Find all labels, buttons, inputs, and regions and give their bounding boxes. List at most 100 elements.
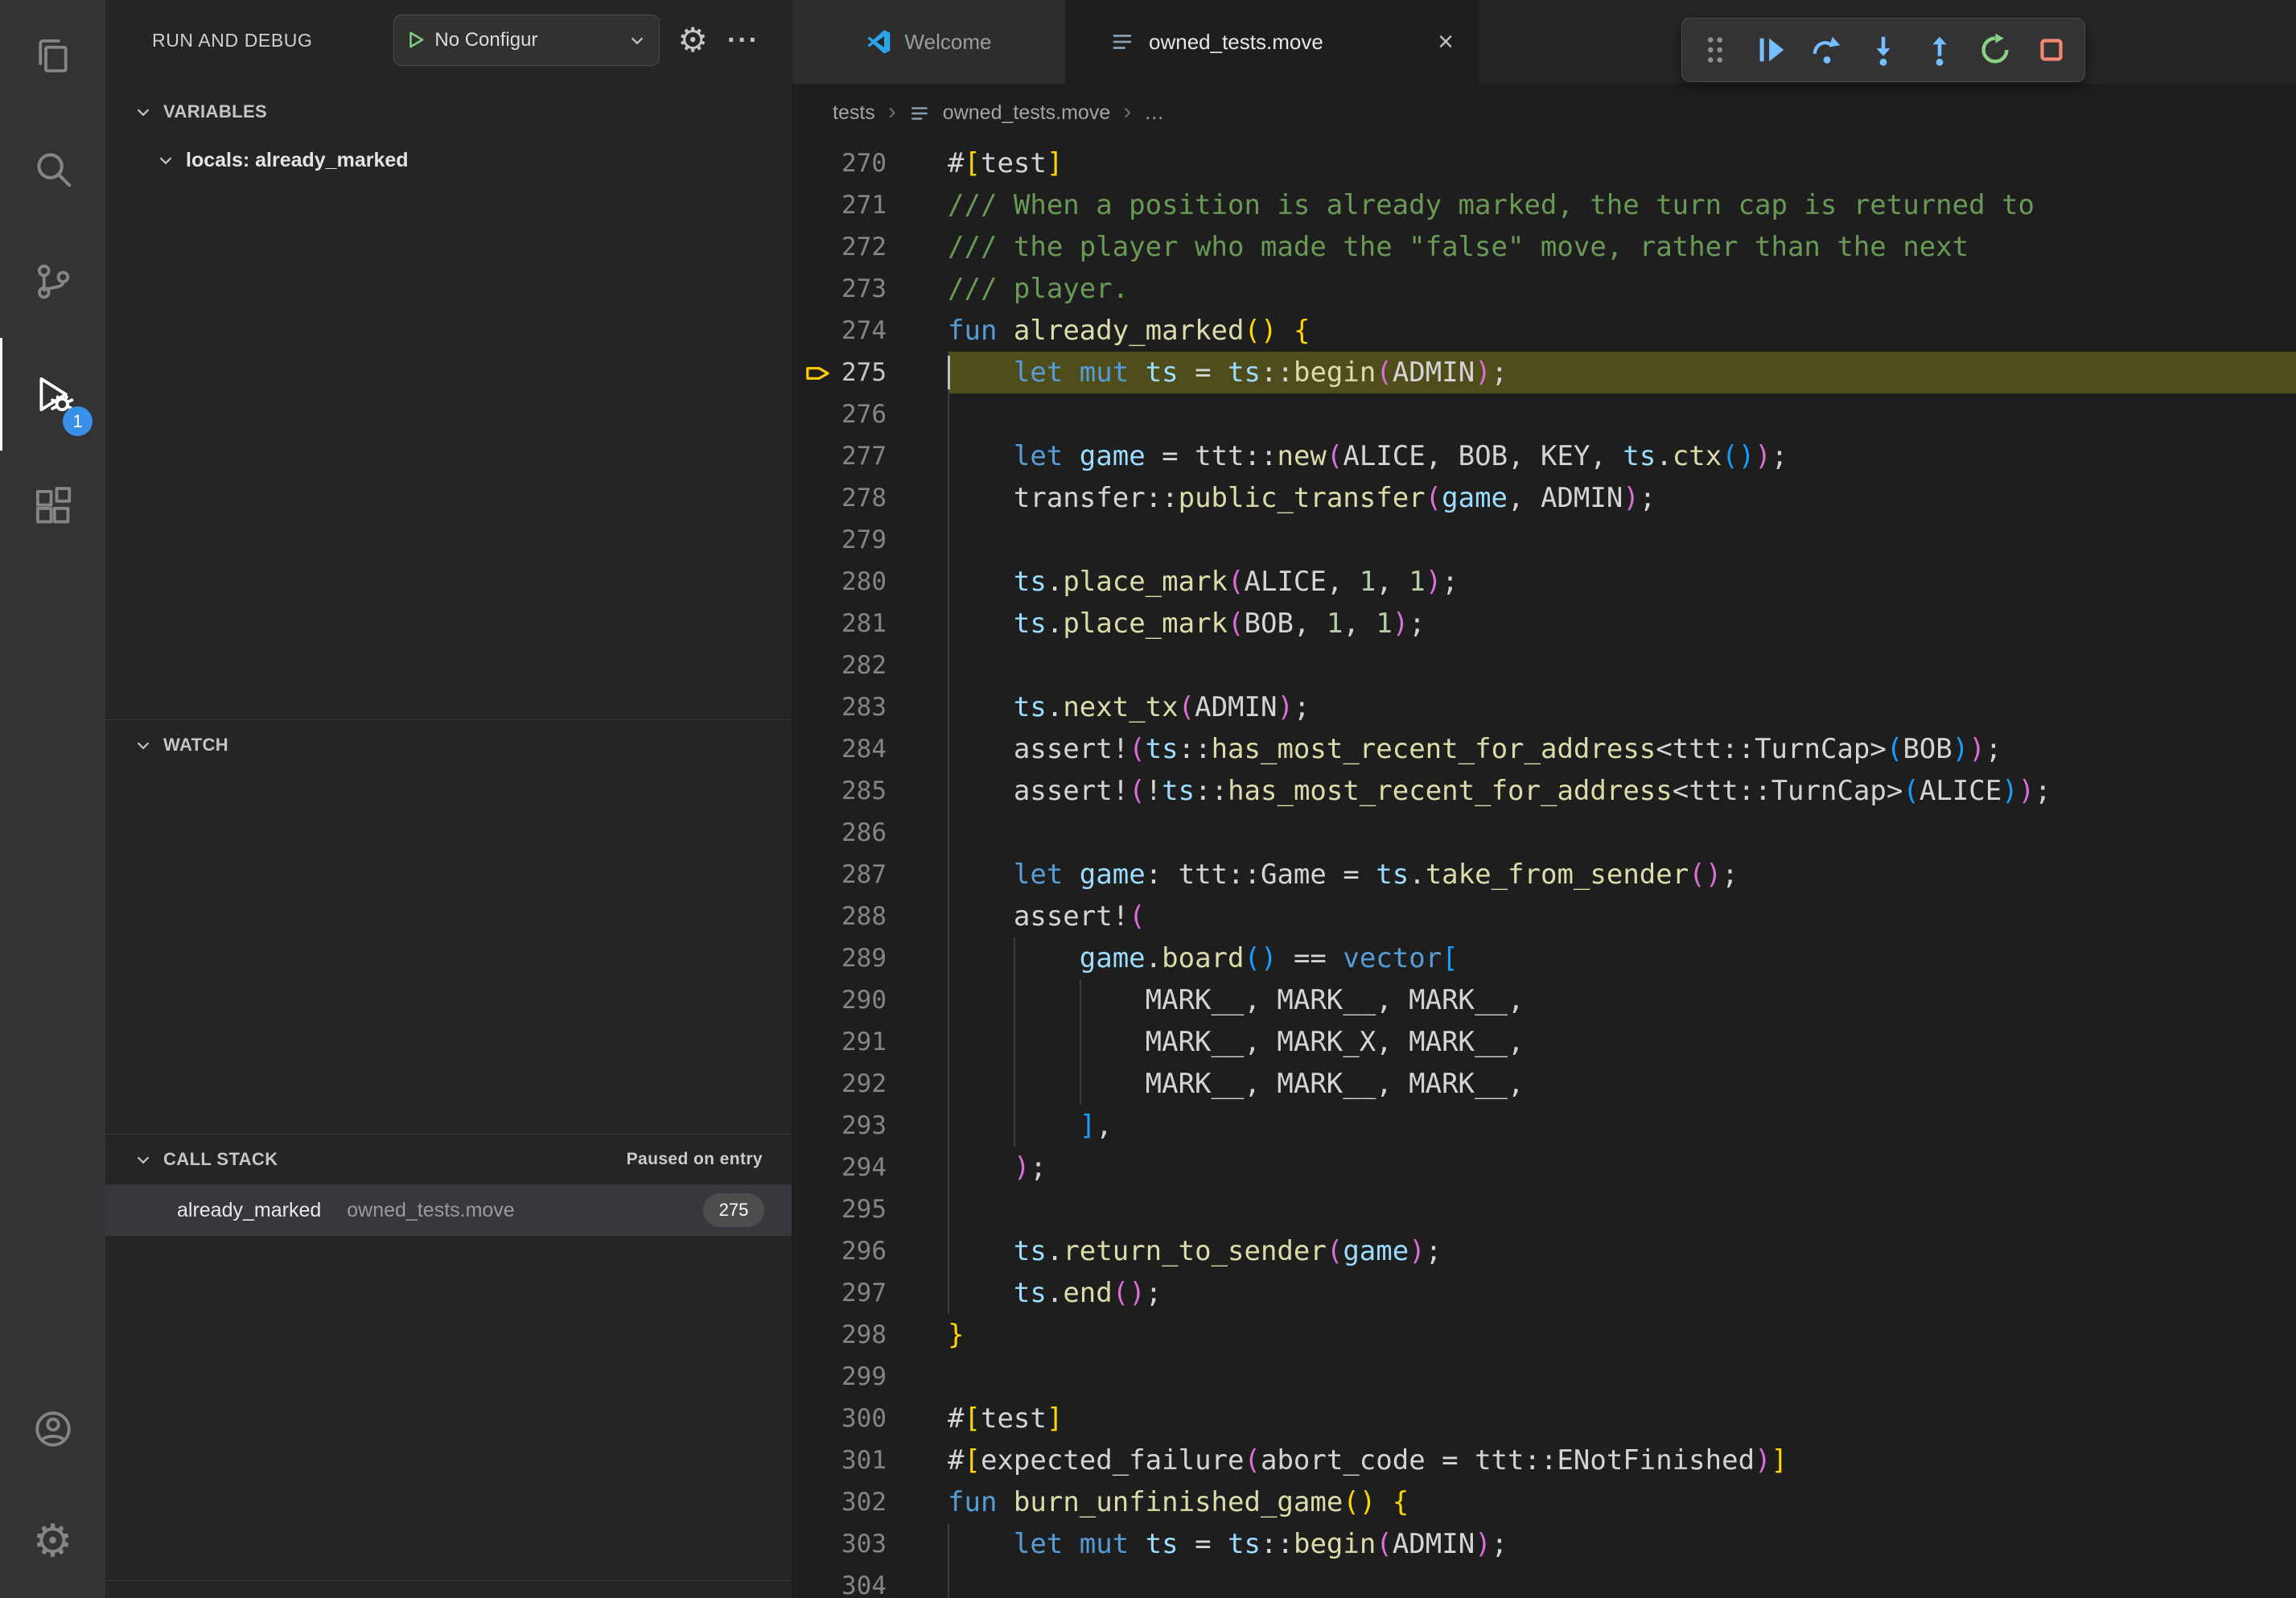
- step-into-button[interactable]: [1863, 30, 1903, 70]
- code-text[interactable]: MARK__, MARK__, MARK__,: [948, 1063, 2296, 1105]
- variables-section-header[interactable]: VARIABLES: [105, 87, 792, 137]
- gutter[interactable]: 271: [792, 184, 948, 226]
- gutter[interactable]: 276: [792, 393, 948, 435]
- gutter[interactable]: 282: [792, 645, 948, 686]
- gutter[interactable]: 274: [792, 310, 948, 352]
- gutter[interactable]: 278: [792, 477, 948, 519]
- code-text[interactable]: #[test]: [948, 142, 2296, 184]
- step-out-button[interactable]: [1920, 30, 1960, 70]
- gutter[interactable]: 273: [792, 268, 948, 310]
- code-text[interactable]: let mut ts = ts::begin(ADMIN);: [948, 352, 2296, 393]
- code-text[interactable]: ],: [948, 1105, 2296, 1147]
- code-text[interactable]: assert!(: [948, 896, 2296, 937]
- gutter[interactable]: 304: [792, 1565, 948, 1598]
- gutter[interactable]: 294: [792, 1147, 948, 1188]
- stack-frame-row[interactable]: already_marked owned_tests.move 275: [105, 1184, 792, 1236]
- code-text[interactable]: assert!(ts::has_most_recent_for_address<…: [948, 728, 2296, 770]
- gutter[interactable]: 272: [792, 226, 948, 268]
- code-text[interactable]: /// player.: [948, 268, 2296, 310]
- gutter[interactable]: 303: [792, 1523, 948, 1565]
- code-text[interactable]: MARK__, MARK__, MARK__,: [948, 979, 2296, 1021]
- code-text[interactable]: ts.return_to_sender(game);: [948, 1230, 2296, 1272]
- gutter[interactable]: 281: [792, 603, 948, 645]
- stop-button[interactable]: [2031, 30, 2072, 70]
- code-text[interactable]: ts.end();: [948, 1272, 2296, 1314]
- tab-welcome[interactable]: Welcome: [792, 0, 1065, 84]
- restart-button[interactable]: [1975, 30, 2015, 70]
- gutter[interactable]: 293: [792, 1105, 948, 1147]
- gutter[interactable]: 288: [792, 896, 948, 937]
- start-debug-icon[interactable]: [405, 30, 426, 51]
- code-text[interactable]: }: [948, 1314, 2296, 1356]
- watch-section-header[interactable]: WATCH: [105, 720, 792, 770]
- more-actions-button[interactable]: ···: [727, 27, 759, 54]
- gutter[interactable]: 280: [792, 561, 948, 603]
- gutter[interactable]: 299: [792, 1356, 948, 1398]
- gutter[interactable]: 302: [792, 1481, 948, 1523]
- code-text[interactable]: transfer::public_transfer(game, ADMIN);: [948, 477, 2296, 519]
- gutter[interactable]: 283: [792, 686, 948, 728]
- code-text[interactable]: [948, 1565, 2296, 1598]
- code-text[interactable]: /// the player who made the "false" move…: [948, 226, 2296, 268]
- code-text[interactable]: MARK__, MARK_X, MARK__,: [948, 1021, 2296, 1063]
- code-text[interactable]: game.board() == vector[: [948, 937, 2296, 979]
- code-text[interactable]: [948, 393, 2296, 435]
- breadcrumb-item-symbol[interactable]: …: [1144, 101, 1164, 125]
- code-text[interactable]: [948, 1356, 2296, 1398]
- code-text[interactable]: );: [948, 1147, 2296, 1188]
- code-text[interactable]: fun already_marked() {: [948, 310, 2296, 352]
- locals-scope-row[interactable]: locals: already_marked: [105, 137, 792, 183]
- code-text[interactable]: ts.place_mark(BOB, 1, 1);: [948, 603, 2296, 645]
- tab-owned-tests-move[interactable]: owned_tests.move ×: [1065, 0, 1479, 84]
- gutter[interactable]: 287: [792, 854, 948, 896]
- code-text[interactable]: let game: ttt::Game = ts.take_from_sende…: [948, 854, 2296, 896]
- activity-item-source-control[interactable]: [0, 225, 105, 338]
- code-text[interactable]: assert!(!ts::has_most_recent_for_address…: [948, 770, 2296, 812]
- breakpoints-section-header[interactable]: BREAKPOINTS: [105, 1581, 792, 1598]
- activity-item-search[interactable]: [0, 113, 105, 225]
- code-text[interactable]: [948, 645, 2296, 686]
- continue-button[interactable]: [1751, 30, 1792, 70]
- gutter[interactable]: 301: [792, 1439, 948, 1481]
- gutter[interactable]: 296: [792, 1230, 948, 1272]
- gutter[interactable]: 286: [792, 812, 948, 854]
- code-text[interactable]: #[test]: [948, 1398, 2296, 1439]
- code-text[interactable]: [948, 519, 2296, 561]
- code-text[interactable]: ts.place_mark(ALICE, 1, 1);: [948, 561, 2296, 603]
- settings-button[interactable]: ⚙: [0, 1485, 105, 1598]
- activity-item-run-and-debug[interactable]: 1: [0, 338, 105, 451]
- step-over-button[interactable]: [1807, 30, 1847, 70]
- gutter[interactable]: 270: [792, 142, 948, 184]
- gutter[interactable]: 279: [792, 519, 948, 561]
- gutter[interactable]: 300: [792, 1398, 948, 1439]
- code-text[interactable]: let game = ttt::new(ALICE, BOB, KEY, ts.…: [948, 435, 2296, 477]
- gutter[interactable]: 297: [792, 1272, 948, 1314]
- gutter[interactable]: 284: [792, 728, 948, 770]
- gutter[interactable]: 292: [792, 1063, 948, 1105]
- close-icon[interactable]: ×: [1438, 28, 1454, 56]
- gutter[interactable]: 290: [792, 979, 948, 1021]
- code-text[interactable]: /// When a position is already marked, t…: [948, 184, 2296, 226]
- gutter[interactable]: 295: [792, 1188, 948, 1230]
- debug-settings-button[interactable]: ⚙: [677, 23, 708, 57]
- code-text[interactable]: #[expected_failure(abort_code = ttt::ENo…: [948, 1439, 2296, 1481]
- call-stack-section-header[interactable]: CALL STACK Paused on entry: [105, 1135, 792, 1184]
- gutter[interactable]: 275: [792, 352, 948, 393]
- code-text[interactable]: [948, 1188, 2296, 1230]
- gutter[interactable]: 289: [792, 937, 948, 979]
- gutter[interactable]: 285: [792, 770, 948, 812]
- breadcrumb-item-file[interactable]: owned_tests.move: [943, 101, 1110, 125]
- breadcrumb-item-folder[interactable]: tests: [833, 101, 875, 125]
- activity-item-extensions[interactable]: [0, 451, 105, 563]
- code-text[interactable]: ts.next_tx(ADMIN);: [948, 686, 2296, 728]
- debug-configuration-dropdown[interactable]: No Configur: [393, 14, 660, 66]
- gutter[interactable]: 298: [792, 1314, 948, 1356]
- code-text[interactable]: [948, 812, 2296, 854]
- account-button[interactable]: [0, 1373, 105, 1485]
- gutter[interactable]: 291: [792, 1021, 948, 1063]
- code-text[interactable]: let mut ts = ts::begin(ADMIN);: [948, 1523, 2296, 1565]
- toolbar-drag-handle[interactable]: [1695, 30, 1735, 70]
- code-text[interactable]: fun burn_unfinished_game() {: [948, 1481, 2296, 1523]
- activity-item-explorer[interactable]: [0, 0, 105, 113]
- gutter[interactable]: 277: [792, 435, 948, 477]
